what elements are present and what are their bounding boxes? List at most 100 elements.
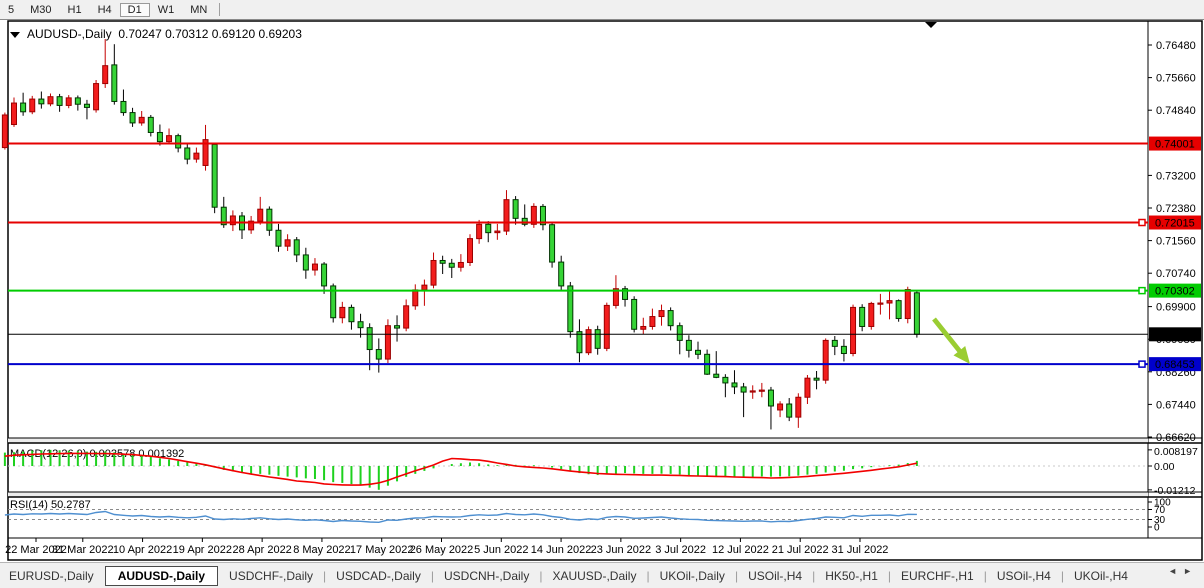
candle — [486, 224, 491, 232]
candle — [841, 346, 846, 353]
period-button-d1[interactable]: D1 — [120, 3, 150, 17]
candle — [431, 260, 436, 285]
candle — [568, 286, 573, 332]
period-button-w1[interactable]: W1 — [150, 3, 183, 17]
candle — [258, 209, 263, 221]
candle — [668, 311, 673, 326]
candle — [385, 326, 390, 359]
candle — [832, 340, 837, 346]
price-chart: 0.764800.756600.748400.732000.723800.715… — [0, 19, 1204, 562]
candle — [157, 132, 162, 141]
candle — [632, 299, 637, 329]
candle — [176, 136, 181, 148]
price-tick-label: 0.69900 — [1156, 302, 1196, 314]
candle — [2, 115, 7, 148]
macd-axis-label: 0.008197 — [1154, 446, 1198, 458]
candle — [586, 330, 591, 353]
candle — [468, 239, 473, 263]
candle — [559, 262, 564, 286]
date-label: 31 Mar 2022 — [52, 544, 114, 556]
candle — [504, 200, 509, 231]
candle — [677, 326, 682, 341]
price-tick-label: 0.74840 — [1156, 105, 1196, 117]
candle — [796, 397, 801, 417]
symbol-tabbar: EURUSD-,DailyAUDUSD-,DailyUSDCHF-,Daily|… — [0, 562, 1204, 588]
date-label: 5 Jun 2022 — [474, 544, 528, 556]
tab-eurchfh1[interactable]: EURCHF-,H1 — [892, 567, 983, 585]
price-badge-label: 0.70302 — [1155, 286, 1195, 298]
period-button-mn[interactable]: MN — [182, 3, 215, 17]
candle — [823, 340, 828, 380]
period-button-5[interactable]: 5 — [0, 3, 22, 17]
candle — [212, 144, 217, 207]
candle — [440, 260, 445, 263]
tab-usdcaddaily[interactable]: USDCAD-,Daily — [327, 567, 430, 585]
price-tick-label: 0.73200 — [1156, 170, 1196, 182]
candle — [167, 136, 172, 142]
level-handle[interactable] — [1139, 361, 1145, 367]
date-label: 23 Jun 2022 — [591, 544, 652, 556]
candle — [322, 264, 327, 286]
date-label: 19 Apr 2022 — [173, 544, 232, 556]
candle — [778, 404, 783, 410]
price-tick-label: 0.72380 — [1156, 203, 1196, 215]
price-badge-label: 0.74001 — [1155, 139, 1195, 151]
candles — [2, 39, 919, 429]
level-handle[interactable] — [1139, 220, 1145, 226]
tab-audusddaily[interactable]: AUDUSD-,Daily — [105, 566, 218, 586]
candle — [66, 98, 71, 106]
candle — [449, 263, 454, 267]
candle — [21, 103, 26, 112]
period-button-m30[interactable]: M30 — [22, 3, 59, 17]
rsi-axis-label: 0 — [1154, 523, 1160, 534]
candle — [787, 404, 792, 417]
candle — [696, 350, 701, 354]
down-arrow-annotation[interactable] — [932, 318, 970, 365]
tab-usdchfdaily[interactable]: USDCHF-,Daily — [220, 567, 322, 585]
price-tick-label: 0.71560 — [1156, 236, 1196, 248]
period-button-h1[interactable]: H1 — [60, 3, 90, 17]
tab-eurusddaily[interactable]: EURUSD-,Daily — [0, 567, 103, 585]
candle — [659, 311, 664, 317]
level-handle[interactable] — [1139, 288, 1145, 294]
candle — [495, 231, 500, 233]
tab-usoilh4[interactable]: USOil-,H4 — [739, 567, 811, 585]
date-label: 28 Apr 2022 — [232, 544, 291, 556]
price-badge-label: 0.68453 — [1155, 359, 1195, 371]
candle — [276, 230, 281, 246]
tab-ukoilh4[interactable]: UKOil-,H4 — [1065, 567, 1137, 585]
candle — [103, 66, 108, 84]
candle — [39, 99, 44, 104]
candle — [148, 117, 153, 132]
tab-ukoildaily[interactable]: UKOil-,Daily — [651, 567, 734, 585]
candle — [303, 255, 308, 270]
candle — [294, 240, 299, 255]
candle — [312, 264, 317, 270]
candle — [896, 301, 901, 319]
tab-usoilh4[interactable]: USOil-,H4 — [988, 567, 1060, 585]
price-badge-label: 0.69203 — [1155, 329, 1195, 341]
candle — [121, 101, 126, 112]
tab-usdcnhdaily[interactable]: USDCNH-,Daily — [435, 567, 538, 585]
candle — [358, 322, 363, 328]
candle — [285, 240, 290, 246]
candle — [814, 378, 819, 380]
tab-xauusddaily[interactable]: XAUUSD-,Daily — [543, 567, 645, 585]
price-tick-label: 0.66620 — [1156, 432, 1196, 444]
chart-shift-marker — [925, 22, 937, 28]
tabbar-scroll-arrows[interactable]: ◄► — [1168, 566, 1198, 576]
candle — [878, 303, 883, 304]
macd-axis-label: -0.01212 — [1154, 485, 1196, 497]
candle — [367, 328, 372, 350]
date-label: 17 May 2022 — [350, 544, 414, 556]
candle — [887, 301, 892, 303]
candle — [458, 262, 463, 267]
period-button-h4[interactable]: H4 — [90, 3, 120, 17]
candle — [714, 374, 719, 377]
candle — [513, 200, 518, 219]
candle — [914, 293, 919, 335]
candle — [57, 97, 62, 106]
candle — [12, 103, 17, 124]
price-tick-label: 0.67440 — [1156, 399, 1196, 411]
tab-hk50h1[interactable]: HK50-,H1 — [816, 567, 887, 585]
